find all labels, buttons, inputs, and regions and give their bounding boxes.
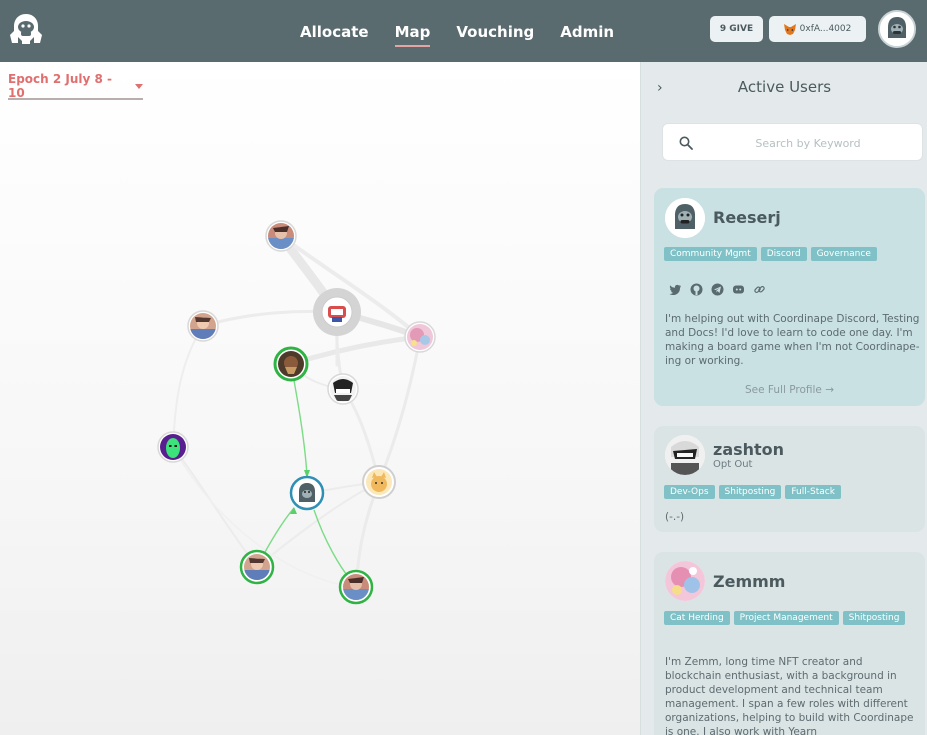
telegram-icon[interactable] [711, 281, 724, 296]
user-card[interactable]: zashton Opt Out Dev-Ops Shitposting Full… [654, 426, 925, 532]
skill-tag: Shitposting [842, 611, 906, 625]
skill-tag: Dev-Ops [664, 485, 715, 499]
user-node[interactable] [404, 321, 436, 353]
network-graph[interactable] [0, 62, 640, 735]
user-node[interactable] [338, 569, 374, 605]
user-node[interactable] [313, 288, 361, 336]
skill-tag: Community Mgmt [664, 247, 757, 261]
user-bio: I'm helping out with Coordinape Discord,… [665, 313, 920, 367]
active-users-panel: › Active Users Reeserj Community Mgmt Di… [640, 62, 927, 735]
skill-tag: Shitposting [718, 485, 782, 499]
search-input[interactable] [703, 132, 913, 154]
current-user-node[interactable] [289, 475, 325, 511]
user-name: Zemmm [713, 572, 786, 591]
user-node[interactable] [273, 346, 309, 382]
user-node[interactable] [362, 465, 396, 499]
user-node[interactable] [265, 220, 297, 252]
user-name: zashton [713, 440, 785, 459]
edge [377, 335, 422, 484]
user-artwork-icon [665, 561, 705, 601]
see-full-profile-link[interactable]: See Full Profile → [654, 384, 925, 396]
avatar [665, 198, 705, 238]
skill-tag: Discord [760, 247, 807, 261]
link-icon[interactable] [753, 281, 766, 294]
user-card[interactable]: Reeserj Community Mgmt Discord Governanc… [654, 188, 925, 406]
avatar [665, 561, 705, 601]
user-node[interactable] [327, 373, 359, 405]
edge [172, 325, 204, 448]
skill-tag: Governance [810, 247, 877, 261]
main-nav: Allocate Map Vouching Admin [300, 0, 614, 62]
user-name: Reeserj [713, 208, 781, 227]
edge [288, 334, 423, 367]
give-balance-button[interactable]: 9 GIVE [710, 16, 763, 42]
user-bio: (-.-) [665, 511, 685, 523]
user-bio: I'm Zemm, long time NFT creator and bloc… [665, 656, 914, 735]
metamask-fox-icon [783, 23, 796, 35]
edge [172, 446, 258, 568]
avatar [665, 435, 705, 475]
gorilla-avatar-icon [880, 12, 914, 46]
social-links [669, 281, 766, 296]
panel-title: Active Users [737, 78, 832, 96]
search-icon [679, 136, 693, 150]
nav-admin[interactable]: Admin [560, 21, 614, 41]
graph-nodes [157, 220, 436, 605]
github-icon[interactable] [690, 281, 703, 296]
opt-out-status: Opt Out [713, 459, 753, 470]
graph-edges [172, 231, 423, 589]
wallet-button[interactable]: 0xfA...4002 [769, 16, 866, 42]
coordinape-logo-icon[interactable] [8, 11, 44, 47]
user-avatar[interactable] [878, 10, 916, 48]
skill-tag: Full-Stack [785, 485, 841, 499]
user-node[interactable] [187, 310, 219, 342]
nav-vouching[interactable]: Vouching [456, 21, 534, 41]
search-box [662, 123, 923, 161]
gorilla-avatar-icon [665, 198, 705, 238]
twitter-icon[interactable] [669, 281, 682, 296]
user-card[interactable]: Zemmm Cat Herding Project Management Shi… [654, 552, 925, 735]
skill-tags: Community Mgmt Discord Governance [664, 247, 919, 261]
skill-tags: Dev-Ops Shitposting Full-Stack [664, 485, 919, 499]
user-node[interactable] [157, 431, 189, 463]
nav-map[interactable]: Map [394, 21, 430, 47]
top-header: Allocate Map Vouching Admin 9 GIVE 0xfA.… [0, 0, 927, 62]
wallet-address: 0xfA...4002 [799, 24, 852, 34]
skill-tags: Cat Herding Project Management Shitposti… [664, 611, 919, 625]
map-canvas[interactable]: Epoch 2 July 8 - 10 [0, 62, 640, 735]
user-node[interactable] [239, 549, 275, 585]
skill-tag: Cat Herding [664, 611, 730, 625]
nav-allocate[interactable]: Allocate [300, 21, 369, 41]
user-photo-icon [665, 435, 705, 475]
skill-tag: Project Management [733, 611, 839, 625]
discord-icon[interactable] [732, 281, 745, 294]
